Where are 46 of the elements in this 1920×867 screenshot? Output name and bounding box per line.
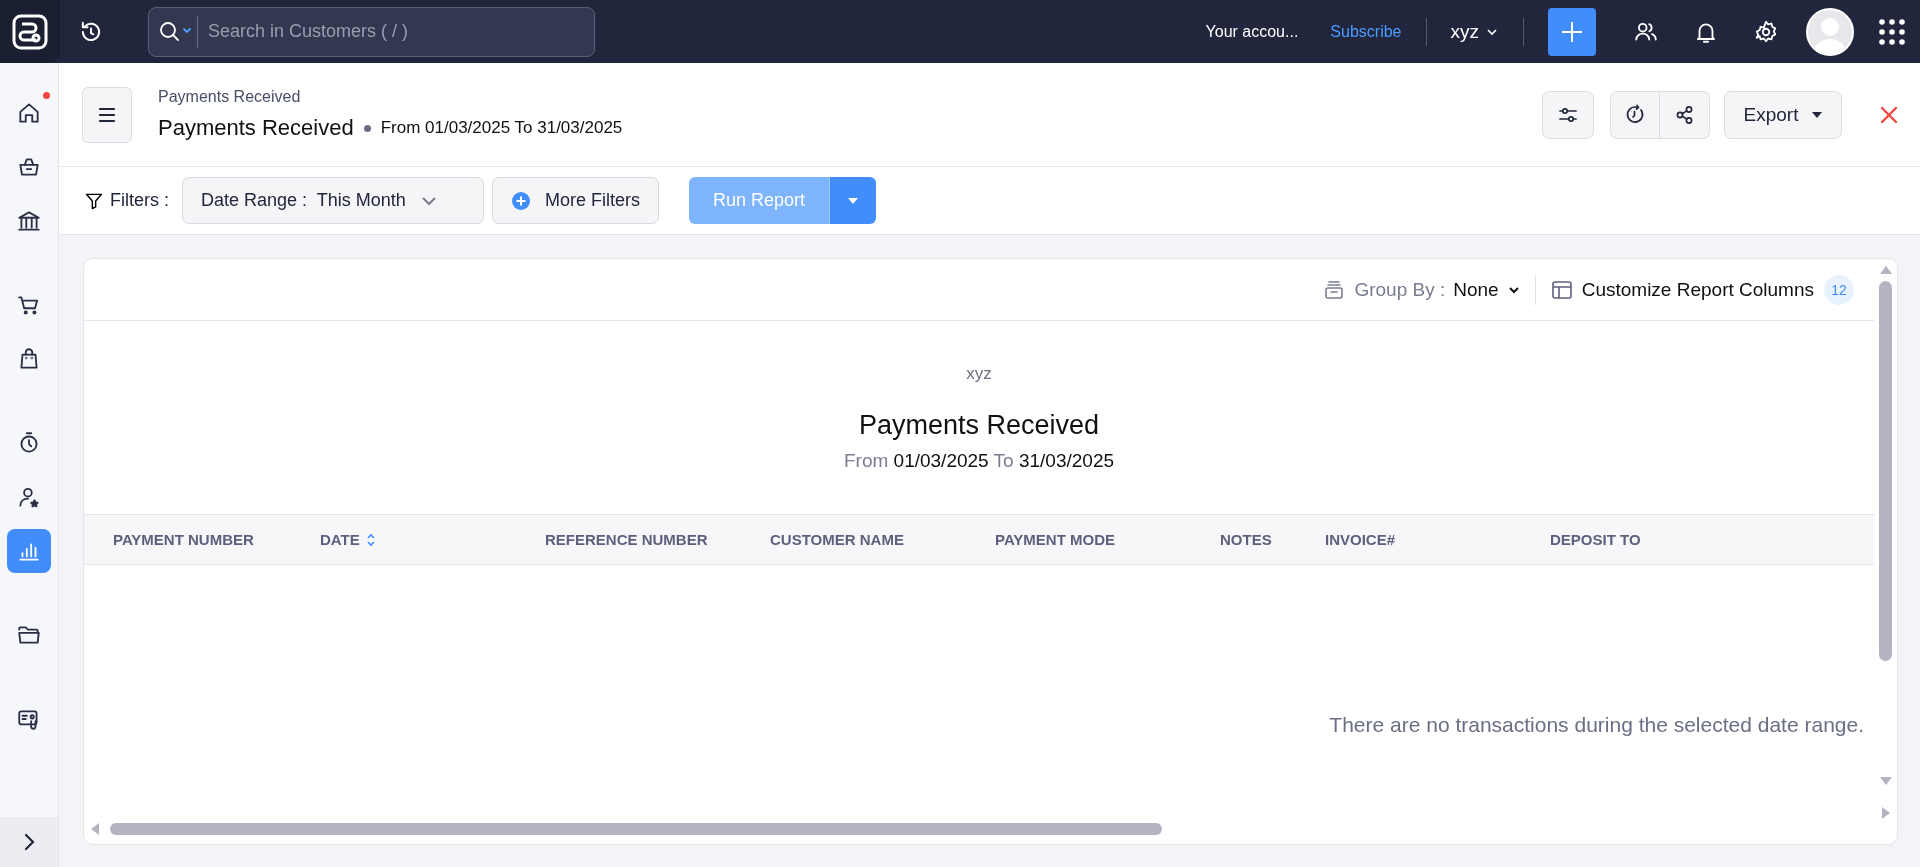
horizontal-scrollbar[interactable]: [110, 823, 1162, 835]
apps-button[interactable]: [1878, 17, 1906, 46]
organization-name: xyz: [966, 364, 992, 384]
export-button[interactable]: Export: [1724, 90, 1842, 139]
vertical-scrollbar[interactable]: [1879, 281, 1892, 661]
notification-dot: [43, 92, 50, 99]
caret-icon: [1812, 111, 1823, 118]
report-settings-button[interactable]: [1542, 90, 1594, 139]
run-options-button[interactable]: [829, 177, 877, 224]
group-by-dropdown[interactable]: Group By : None: [1322, 277, 1521, 302]
column-count-badge: 12: [1824, 274, 1854, 305]
report-period: From 01/03/2025 To 31/03/2025: [380, 118, 623, 138]
column-header[interactable]: DATE: [320, 531, 376, 548]
column-header: INVOICE#: [1325, 531, 1396, 548]
apps-grid-icon: [1878, 17, 1906, 46]
breadcrumb: Payments Received: [158, 88, 302, 106]
new-button[interactable]: [1548, 7, 1596, 56]
column-header: REFERENCE NUMBER: [545, 531, 708, 548]
date-range-dropdown[interactable]: Date Range : This Month: [182, 177, 484, 224]
caret-icon: [848, 197, 859, 204]
report-title: Payments Received: [158, 115, 354, 141]
organization-dropdown[interactable]: xyz: [1450, 20, 1499, 43]
column-header: DEPOSIT TO: [1550, 531, 1641, 548]
share-button[interactable]: [1660, 90, 1710, 139]
user-avatar[interactable]: [1806, 7, 1854, 56]
settings-icon: [1753, 18, 1779, 45]
report-date-range: From 01/03/2025 To 31/03/2025: [843, 450, 1115, 472]
filters-label: Filters :: [110, 190, 169, 211]
more-filters-button[interactable]: More Filters: [492, 177, 660, 224]
subscribe-link[interactable]: Subscribe: [1330, 22, 1402, 41]
separator-dot: [363, 124, 371, 132]
column-header: NOTES: [1220, 531, 1272, 548]
account-notice: Your accou...: [1205, 22, 1299, 41]
settings-button[interactable]: [1753, 18, 1779, 45]
search-field[interactable]: Search in Customers ( / ): [197, 15, 586, 48]
customize-columns-button[interactable]: Customize Report Columns 12: [1549, 274, 1854, 305]
empty-message: There are no transactions during the selected date range.: [1329, 712, 1864, 737]
schedule-report-button[interactable]: [1610, 90, 1660, 139]
sort-icon: [365, 532, 376, 547]
column-header: CUSTOMER NAME: [770, 531, 904, 548]
column-header: PAYMENT MODE: [995, 531, 1115, 548]
plus-circle-icon: [511, 190, 531, 211]
report-heading: Payments Received: [858, 410, 1100, 441]
column-header: PAYMENT NUMBER: [113, 531, 254, 548]
menu-button[interactable]: [82, 86, 132, 143]
search-bar[interactable]: Search in Customers ( / ): [148, 6, 595, 57]
